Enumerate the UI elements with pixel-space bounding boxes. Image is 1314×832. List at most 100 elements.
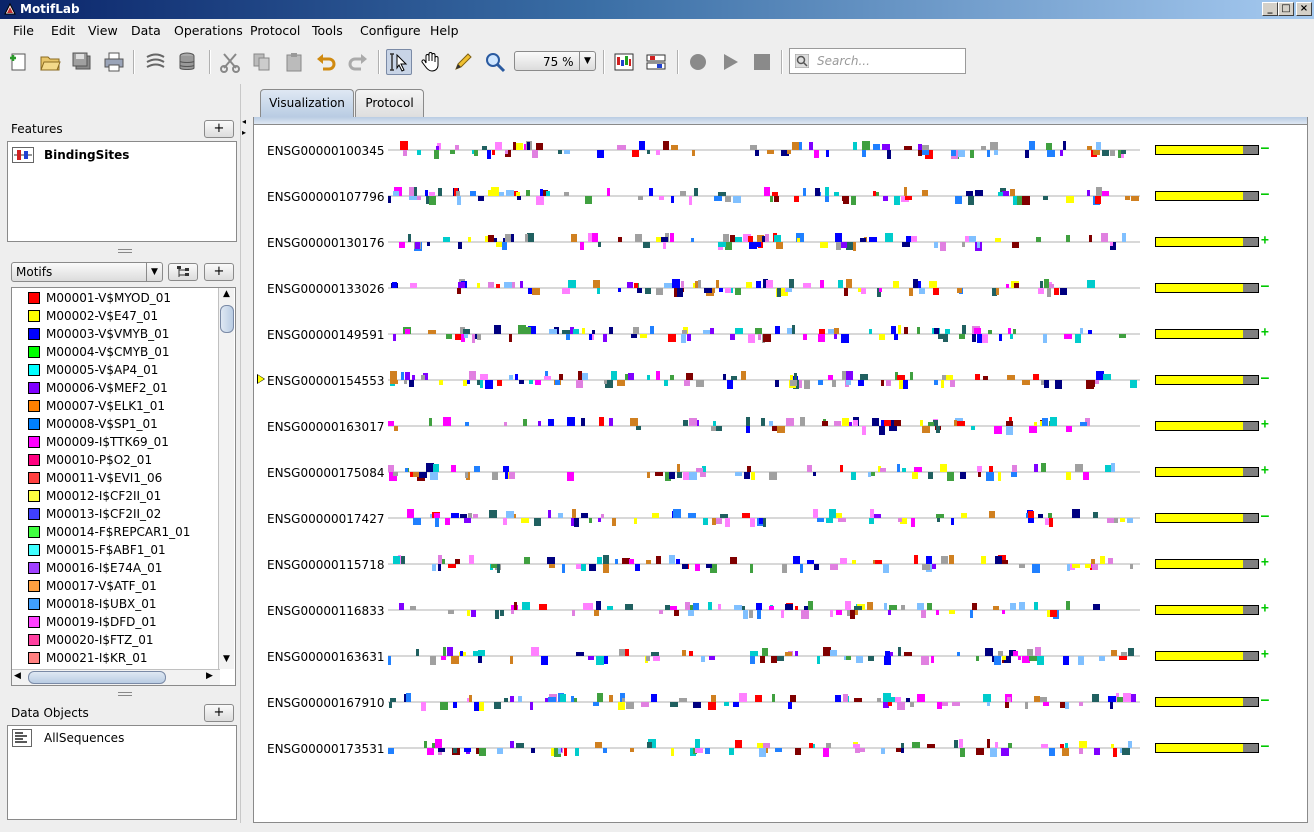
sequence-range-bar[interactable]	[1155, 743, 1259, 753]
motif-item[interactable]: M00005-V$AP4_01	[16, 361, 216, 379]
sequence-range-bar[interactable]	[1155, 329, 1259, 339]
menu-operations[interactable]: Operations	[174, 23, 243, 38]
sequence-expand-toggle[interactable]: +	[1261, 325, 1269, 340]
binding-sites-track[interactable]	[388, 365, 1140, 395]
sequence-name[interactable]: ENSG00000017427	[267, 512, 384, 526]
motif-color-swatch[interactable]	[28, 544, 40, 556]
binding-sites-track[interactable]	[388, 135, 1140, 165]
play-icon[interactable]	[717, 49, 743, 75]
motif-color-swatch[interactable]	[28, 364, 40, 376]
tree-view-button[interactable]	[168, 263, 198, 281]
scroll-thumb-horizontal[interactable]	[28, 671, 166, 684]
select-tool-icon[interactable]	[386, 49, 412, 75]
sequence-expand-toggle[interactable]: –	[1261, 739, 1269, 754]
cut-icon[interactable]	[217, 49, 243, 75]
menu-protocol[interactable]: Protocol	[250, 23, 300, 38]
chevron-down-icon[interactable]: ▼	[579, 52, 595, 70]
copy-icon[interactable]	[249, 49, 275, 75]
sequence-expand-toggle[interactable]: –	[1261, 187, 1269, 202]
menu-help[interactable]: Help	[430, 23, 459, 38]
motif-item[interactable]: M00012-I$CF2II_01	[16, 487, 216, 505]
menu-configure[interactable]: Configure	[360, 23, 421, 38]
add-data-object-button[interactable]: +	[204, 704, 234, 722]
motif-color-swatch[interactable]	[28, 634, 40, 646]
motif-browser-icon[interactable]	[611, 49, 637, 75]
motif-item[interactable]: M00006-V$MEF2_01	[16, 379, 216, 397]
undo-icon[interactable]	[313, 49, 339, 75]
add-feature-button[interactable]: +	[204, 120, 234, 138]
motif-item[interactable]: M00018-I$UBX_01	[16, 595, 216, 613]
motif-color-swatch[interactable]	[28, 490, 40, 502]
motifs-vertical-scrollbar[interactable]: ▲ ▼	[218, 288, 234, 669]
minimize-button[interactable]: _	[1262, 2, 1278, 16]
binding-sites-track[interactable]	[388, 733, 1140, 763]
motif-color-swatch[interactable]	[28, 454, 40, 466]
sequence-name[interactable]: ENSG00000115718	[267, 558, 384, 572]
sequence-expand-toggle[interactable]: +	[1261, 555, 1269, 570]
tab-protocol[interactable]: Protocol	[355, 89, 424, 117]
motif-item[interactable]: M00011-V$EVI1_06	[16, 469, 216, 487]
save-session-icon[interactable]	[69, 49, 95, 75]
sequence-name[interactable]: ENSG00000175084	[267, 466, 384, 480]
panel-divider-grip[interactable]	[118, 249, 132, 253]
motif-item[interactable]: M00014-F$REPCAR1_01	[16, 523, 216, 541]
sequence-expand-toggle[interactable]: +	[1261, 417, 1269, 432]
collapse-left-icon[interactable]: ◂	[242, 117, 246, 126]
sequence-expand-toggle[interactable]: –	[1261, 279, 1269, 294]
sequence-range-bar[interactable]	[1155, 605, 1259, 615]
motif-color-swatch[interactable]	[28, 292, 40, 304]
new-session-icon[interactable]	[5, 49, 31, 75]
maximize-button[interactable]: □	[1278, 2, 1294, 16]
menu-data[interactable]: Data	[131, 23, 161, 38]
binding-sites-track[interactable]	[388, 503, 1140, 533]
stop-icon[interactable]	[749, 49, 775, 75]
motif-item[interactable]: M00021-I$KR_01	[16, 649, 216, 667]
sequence-expand-toggle[interactable]: –	[1261, 693, 1269, 708]
sequence-range-bar[interactable]	[1155, 237, 1259, 247]
scroll-right-icon[interactable]: ▶	[206, 671, 213, 681]
sequence-name[interactable]: ENSG00000149591	[267, 328, 384, 342]
motif-color-swatch[interactable]	[28, 652, 40, 664]
binding-sites-track[interactable]	[388, 319, 1140, 349]
scroll-thumb[interactable]	[220, 305, 234, 333]
data-object-item-allsequences[interactable]: AllSequences	[12, 728, 232, 748]
motif-item[interactable]: M00001-V$MYOD_01	[16, 289, 216, 307]
motif-color-swatch[interactable]	[28, 436, 40, 448]
motif-color-swatch[interactable]	[28, 472, 40, 484]
chevron-down-icon[interactable]: ▼	[146, 263, 162, 281]
motif-item[interactable]: M00003-V$VMYB_01	[16, 325, 216, 343]
sequence-range-bar[interactable]	[1155, 145, 1259, 155]
sequence-range-bar[interactable]	[1155, 421, 1259, 431]
zoom-select[interactable]: 75 % ▼	[514, 51, 596, 71]
binding-sites-track[interactable]	[388, 595, 1140, 625]
menu-view[interactable]: View	[88, 23, 118, 38]
sequence-name[interactable]: ENSG00000100345	[267, 144, 384, 158]
zoom-magnifier-icon[interactable]	[482, 49, 508, 75]
motif-item[interactable]: M00016-I$E74A_01	[16, 559, 216, 577]
motif-color-swatch[interactable]	[28, 562, 40, 574]
sequence-name[interactable]: ENSG00000133026	[267, 282, 384, 296]
search-input[interactable]: Search...	[789, 48, 966, 74]
sequence-name[interactable]: ENSG00000167910	[267, 696, 384, 710]
pan-hand-icon[interactable]	[418, 49, 444, 75]
sequence-manager-icon[interactable]	[142, 49, 168, 75]
sequence-expand-toggle[interactable]: +	[1261, 463, 1269, 478]
motifs-dropdown[interactable]: Motifs ▼	[11, 262, 163, 282]
sequence-range-bar[interactable]	[1155, 559, 1259, 569]
motif-item[interactable]: M00020-I$FTZ_01	[16, 631, 216, 649]
split-pane-divider[interactable]	[240, 84, 246, 824]
motif-color-swatch[interactable]	[28, 346, 40, 358]
scroll-down-icon[interactable]: ▼	[220, 654, 233, 668]
sequence-expand-toggle[interactable]: –	[1261, 371, 1269, 386]
sequence-expand-toggle[interactable]: –	[1261, 141, 1269, 156]
tab-visualization[interactable]: Visualization	[260, 89, 354, 117]
motif-item[interactable]: M00019-I$DFD_01	[16, 613, 216, 631]
sequence-range-bar[interactable]	[1155, 697, 1259, 707]
binding-sites-track[interactable]	[388, 411, 1140, 441]
motif-color-swatch[interactable]	[28, 598, 40, 610]
binding-sites-track[interactable]	[388, 549, 1140, 579]
motif-item[interactable]: M00004-V$CMYB_01	[16, 343, 216, 361]
record-icon[interactable]	[685, 49, 711, 75]
motif-item[interactable]: M00013-I$CF2II_02	[16, 505, 216, 523]
sequence-name[interactable]: ENSG00000116833	[267, 604, 384, 618]
